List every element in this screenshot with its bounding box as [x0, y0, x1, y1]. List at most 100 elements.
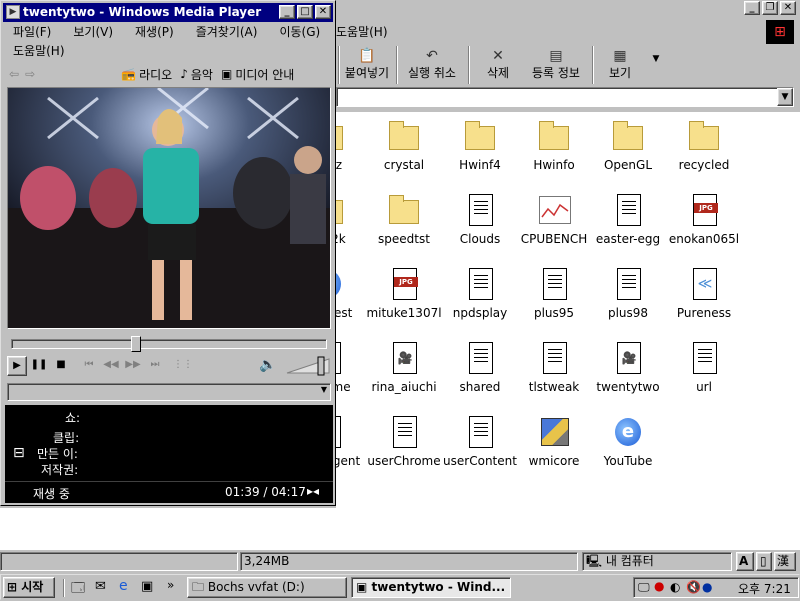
- file-item[interactable]: tlstweak: [514, 342, 594, 394]
- volume-thumb[interactable]: [317, 356, 325, 376]
- file-item[interactable]: url: [664, 342, 744, 394]
- stop-button[interactable]: ■: [51, 356, 71, 376]
- jpg-file-icon: JPG: [387, 268, 421, 302]
- properties-icon: ▤: [549, 48, 563, 64]
- playlist-button[interactable]: ⋮⋮: [173, 356, 193, 376]
- properties-button[interactable]: ▤ 등록 정보: [526, 46, 586, 86]
- file-item[interactable]: 🎥 rina_aiuchi: [364, 342, 444, 394]
- tray-speaker-icon[interactable]: 🔇: [686, 580, 701, 594]
- seek-thumb[interactable]: [131, 336, 141, 352]
- menu-view[interactable]: 보기(V): [73, 23, 113, 42]
- explorer-menu-help[interactable]: 도움말(H): [336, 23, 388, 40]
- fast-forward-button[interactable]: ▶▶: [123, 356, 143, 376]
- paste-button[interactable]: 📋 붙여넣기: [342, 46, 392, 86]
- file-item[interactable]: userChrome: [364, 416, 444, 468]
- file-item[interactable]: e YouTube: [588, 416, 668, 468]
- media-selector-dropdown[interactable]: ▼: [7, 383, 331, 401]
- file-item[interactable]: ≪ Pureness: [664, 268, 744, 320]
- file-item[interactable]: 🎥 twentytwo: [588, 342, 668, 394]
- maximize-button[interactable]: □: [297, 5, 313, 19]
- media-guide-link[interactable]: 미디어 안내: [235, 66, 294, 83]
- file-item[interactable]: JPG mituke1307l: [364, 268, 444, 320]
- computer-icon: 🖳: [586, 554, 603, 568]
- file-item[interactable]: shared: [440, 342, 520, 394]
- task-button-twentytwo[interactable]: ▣ twentytwo - Wind...: [351, 577, 511, 598]
- file-item[interactable]: plus95: [514, 268, 594, 320]
- file-item[interactable]: JPG enokan065l: [664, 194, 744, 246]
- file-item[interactable]: Hwinf4: [440, 120, 520, 172]
- file-item[interactable]: OpenGL: [588, 120, 668, 172]
- file-item[interactable]: Hwinfo: [514, 120, 594, 172]
- fullscreen-icon[interactable]: ▸◂: [307, 484, 319, 498]
- skip-forward-button[interactable]: ⏭: [145, 356, 165, 376]
- file-name: npdsplay: [452, 306, 508, 320]
- tray-mouse-icon[interactable]: ◐: [670, 580, 680, 594]
- undo-label: 실행 취소: [408, 66, 456, 80]
- file-item[interactable]: wmicore: [514, 416, 594, 468]
- file-item[interactable]: plus98: [588, 268, 668, 320]
- minimize-button[interactable]: _: [279, 5, 295, 19]
- file-item[interactable]: recycled: [664, 120, 744, 172]
- quick-launch-ie-icon[interactable]: e: [119, 578, 128, 594]
- tray-monitor-icon[interactable]: 🖵: [638, 580, 650, 595]
- playback-time: 01:39 / 04:17: [225, 485, 306, 499]
- rewind-button[interactable]: ◀◀: [101, 356, 121, 376]
- tray-korean-ime-icon[interactable]: ●: [702, 580, 712, 594]
- pause-button[interactable]: ❚❚: [29, 356, 49, 376]
- restore-button[interactable]: ❐: [762, 1, 778, 15]
- file-name: crystal: [383, 158, 425, 172]
- media-player-titlebar[interactable]: ▶ twentytwo - Windows Media Player _ □ ✕: [3, 3, 333, 22]
- volume-slider[interactable]: [285, 355, 333, 377]
- media-guide-icon: ▣: [220, 67, 233, 81]
- quick-launch-desktop-icon[interactable]: 🗔: [71, 579, 85, 601]
- view-button[interactable]: ▦ 보기: [600, 46, 640, 86]
- ime-width-button[interactable]: ▯: [756, 552, 772, 571]
- close-button[interactable]: ✕: [780, 1, 796, 15]
- file-name: Clouds: [459, 232, 501, 246]
- file-item[interactable]: crystal: [364, 120, 444, 172]
- play-button[interactable]: ▶: [7, 356, 27, 376]
- quick-launch-channels-icon[interactable]: ▣: [141, 579, 153, 594]
- properties-label: 등록 정보: [532, 66, 580, 80]
- undo-button[interactable]: ↶ 실행 취소: [400, 46, 464, 86]
- task-button-bochs[interactable]: 🗀 Bochs vvfat (D:): [187, 577, 347, 598]
- video-display[interactable]: [7, 87, 331, 329]
- back-arrow-icon[interactable]: ⇦: [9, 67, 19, 81]
- skip-back-button[interactable]: ⏮: [79, 356, 99, 376]
- minimize-button[interactable]: _: [744, 1, 760, 15]
- copyright-label: 저작권:: [41, 463, 79, 477]
- file-item[interactable]: easter-egg: [588, 194, 668, 246]
- tray-red-icon[interactable]: ●: [654, 579, 664, 593]
- close-button[interactable]: ✕: [315, 5, 331, 19]
- forward-arrow-icon[interactable]: ⇨: [25, 67, 35, 81]
- seek-bar[interactable]: [11, 336, 327, 352]
- delete-button[interactable]: ✕ 삭제: [474, 46, 522, 86]
- media-player-icon: ▣: [356, 580, 368, 594]
- menu-go[interactable]: 이동(G): [279, 23, 320, 42]
- quick-launch-more-icon[interactable]: »: [167, 578, 174, 592]
- address-dropdown-button[interactable]: ▼: [777, 88, 793, 106]
- file-item[interactable]: Clouds: [440, 194, 520, 246]
- radio-icon: 📻: [121, 67, 137, 81]
- start-button[interactable]: ⊞ 시작: [3, 577, 55, 598]
- menu-file[interactable]: 파일(F): [13, 23, 51, 42]
- internet-shortcut-icon: e: [611, 416, 645, 450]
- file-item[interactable]: npdsplay: [440, 268, 520, 320]
- ime-mode-button[interactable]: A: [736, 552, 754, 571]
- ime-hanja-button[interactable]: 漢: [774, 552, 796, 571]
- menu-help[interactable]: 도움말(H): [13, 42, 65, 61]
- media-player-menu-bar: 파일(F) 보기(V) 재생(P) 즐겨찾기(A) 이동(G) 도움말(H): [5, 23, 335, 61]
- speaker-icon[interactable]: 🔈: [259, 357, 276, 373]
- file-item[interactable]: userContent: [440, 416, 520, 468]
- menu-play[interactable]: 재생(P): [135, 23, 174, 42]
- radio-link[interactable]: 라디오: [139, 66, 172, 83]
- file-item[interactable]: CPUBENCH: [514, 194, 594, 246]
- menu-favorites[interactable]: 즐겨찾기(A): [196, 23, 258, 42]
- file-name: YouTube: [603, 454, 653, 468]
- file-item[interactable]: speedtst: [364, 194, 444, 246]
- music-link[interactable]: 음악: [191, 66, 213, 83]
- quick-launch-outlook-icon[interactable]: ✉: [95, 579, 106, 594]
- installer-icon: [537, 416, 571, 450]
- address-bar[interactable]: ▼: [336, 87, 794, 107]
- view-icon: ▦: [613, 48, 627, 64]
